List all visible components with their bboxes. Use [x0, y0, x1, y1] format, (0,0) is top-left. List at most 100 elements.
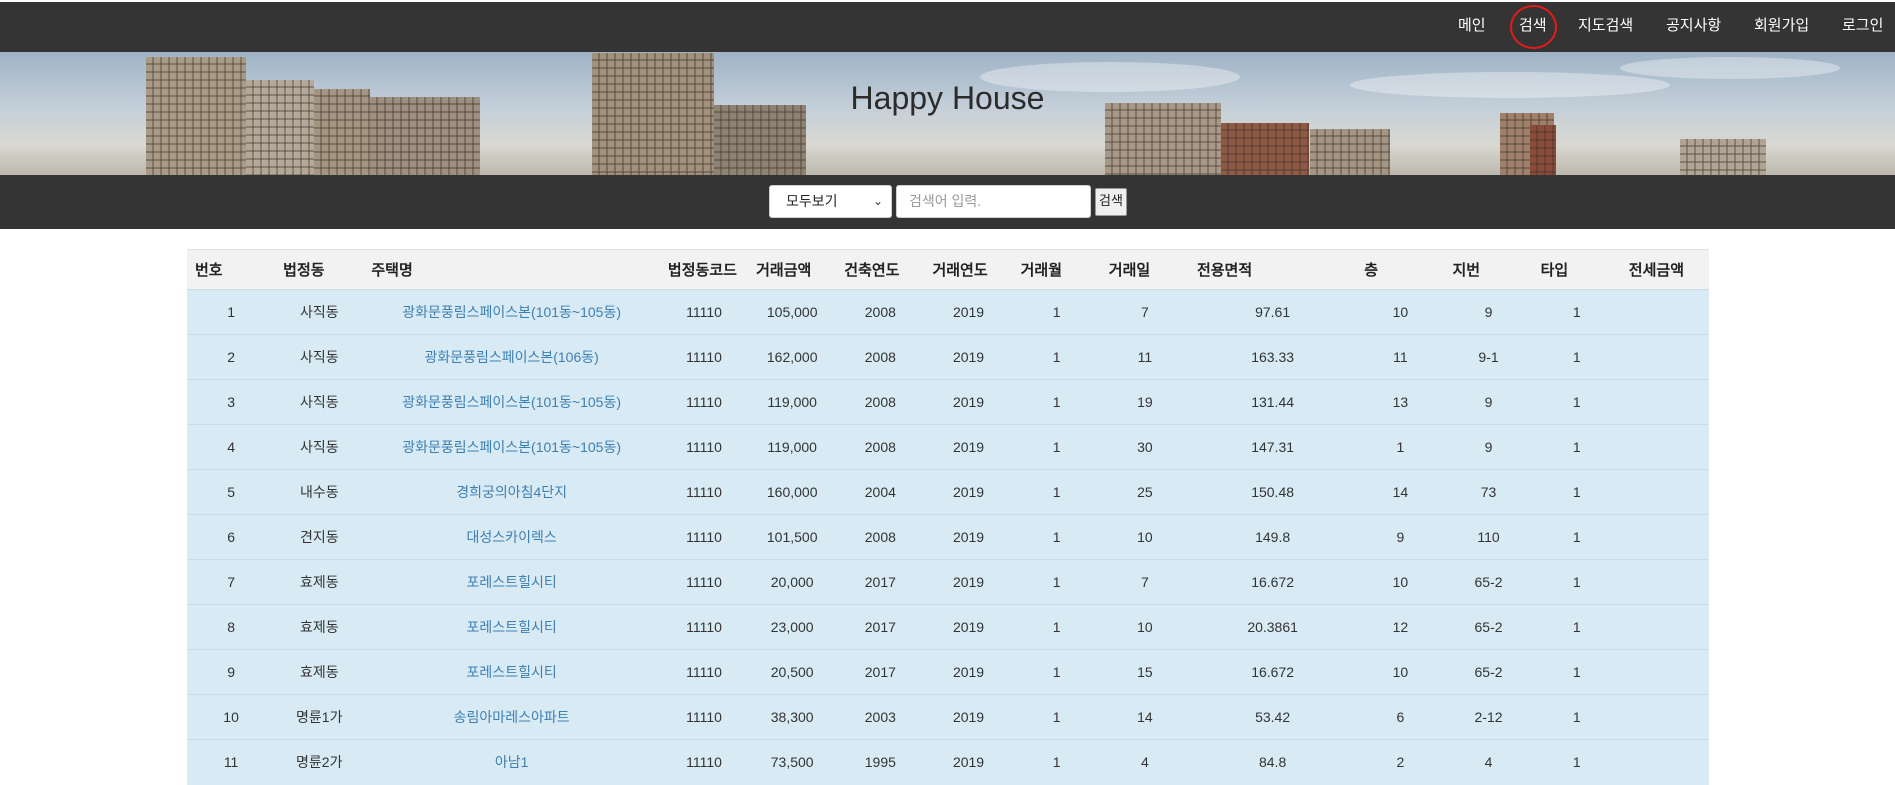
house-name-link[interactable]: 포레스트힐시티 — [363, 560, 660, 605]
table-cell: 4 — [227, 439, 235, 455]
column-header: 타입 — [1532, 249, 1621, 290]
table-cell: 2019 — [952, 709, 985, 725]
table-cell: 13 — [1392, 394, 1409, 410]
house-name-link[interactable]: 아남1 — [363, 740, 660, 785]
house-name-link[interactable]: 광화문풍림스페이스본(101동~105동) — [363, 425, 660, 470]
table-cell: 160,000 — [766, 484, 818, 500]
table-cell: 9 — [1484, 394, 1493, 410]
table-cell: 53.42 — [1255, 709, 1291, 725]
table-cell: 1 — [1052, 664, 1061, 680]
table-cell: 11 — [1137, 349, 1153, 365]
column-header: 층 — [1356, 249, 1445, 290]
table-cell: 1 — [1052, 709, 1061, 725]
table-cell — [1621, 740, 1709, 785]
table-cell: 1 — [1052, 349, 1061, 365]
nav-signup-link[interactable]: 회원가입 — [1754, 2, 1809, 52]
table-cell: 1 — [1572, 349, 1581, 365]
table-cell: 내수동 — [299, 484, 339, 500]
house-name-link[interactable]: 포레스트힐시티 — [363, 650, 660, 695]
cloud-shape — [1620, 57, 1840, 79]
table-cell — [1621, 425, 1709, 470]
table-cell: 119,000 — [767, 439, 817, 455]
table-cell: 131.44 — [1251, 394, 1295, 410]
table-cell: 1 — [1052, 304, 1061, 320]
table-cell: 7 — [1140, 574, 1149, 590]
table-cell: 11110 — [686, 709, 722, 725]
table-row: 9 효제동 포레스트힐시티 11110 20,500 2017 2019 1 15 16.672 1… — [187, 649, 1709, 695]
table-cell: 사직동 — [299, 439, 339, 455]
house-name-link[interactable]: 경희궁의아침4단지 — [363, 470, 660, 515]
house-name-link[interactable]: 포레스트힐시티 — [363, 605, 660, 650]
table-cell: 2008 — [864, 529, 896, 545]
table-cell — [1621, 380, 1709, 425]
table-row: 6 견지동 대성스카이렉스 11110 101,500 2008 2019 1 10 149.8 9… — [187, 514, 1709, 560]
table-cell: 11110 — [686, 664, 722, 680]
table-cell: 73 — [1480, 484, 1497, 500]
nav-login-link[interactable]: 로그인 — [1842, 2, 1883, 52]
nav-main-link[interactable]: 메인 — [1458, 2, 1486, 52]
house-name-link[interactable]: 광화문풍림스페이스본(101동~105동) — [363, 290, 660, 335]
table-cell: 1 — [1052, 619, 1061, 635]
nav-notice-link[interactable]: 공지사항 — [1666, 2, 1721, 52]
table-cell: 1 — [1572, 484, 1581, 500]
table-cell: 1 — [1572, 439, 1581, 455]
table-cell: 11110 — [686, 304, 722, 320]
table-cell: 10 — [1392, 304, 1409, 320]
table-cell: 149.8 — [1255, 529, 1291, 545]
results-table: 번호 법정동 주택명 법정동코드 거래금액 건축연도 거래연도 거래월 거래일 전용면적 층 지번 타입… — [187, 249, 1709, 785]
building-shape — [1310, 129, 1390, 175]
table-cell: 65-2 — [1474, 574, 1503, 590]
table-cell: 9 — [1396, 529, 1405, 545]
table-cell: 6 — [227, 529, 235, 545]
table-cell: 3 — [227, 394, 235, 410]
table-cell: 2003 — [864, 709, 896, 725]
search-button[interactable]: 검색 — [1095, 188, 1127, 216]
building-shape — [1680, 139, 1766, 175]
table-row: 2 사직동 광화문풍림스페이스본(106동) 11110 162,000 2008 2019… — [187, 334, 1709, 380]
column-header: 거래연도 — [924, 249, 1013, 290]
table-cell: 11110 — [686, 484, 722, 500]
table-cell: 65-2 — [1474, 619, 1503, 635]
table-cell — [1621, 470, 1709, 515]
search-bar: 모두보기 ⌄ 검색어 입력. 검색 — [0, 175, 1895, 229]
table-cell: 2008 — [864, 394, 896, 410]
table-cell: 23,000 — [770, 619, 814, 635]
table-cell: 1 — [1052, 529, 1061, 545]
table-cell: 명륜1가 — [296, 709, 343, 725]
table-cell: 6 — [1396, 709, 1405, 725]
table-cell: 1 — [1572, 664, 1581, 680]
table-cell: 2019 — [952, 484, 985, 500]
nav-map-search-link[interactable]: 지도검색 — [1578, 2, 1633, 52]
house-name-link[interactable]: 광화문풍림스페이스본(101동~105동) — [363, 380, 660, 425]
house-name-link[interactable]: 송림아마레스아파트 — [363, 695, 660, 740]
table-cell: 1 — [1396, 439, 1405, 455]
column-header: 주택명 — [363, 249, 660, 290]
house-name-link[interactable]: 대성스카이렉스 — [363, 515, 660, 560]
column-header: 거래월 — [1012, 249, 1101, 290]
column-header: 거래일 — [1100, 249, 1189, 290]
column-header: 법정동 — [275, 249, 364, 290]
table-cell: 11110 — [686, 439, 722, 455]
search-input[interactable]: 검색어 입력. — [896, 185, 1091, 218]
table-cell: 2008 — [864, 304, 896, 320]
results-table-container: 번호 법정동 주택명 법정동코드 거래금액 건축연도 거래연도 거래월 거래일 전용면적 층 지번 타입… — [187, 249, 1709, 785]
search-type-select[interactable]: 모두보기 ⌄ — [769, 185, 892, 218]
table-row: 8 효제동 포레스트힐시티 11110 23,000 2017 2019 1 10 20.3861… — [187, 604, 1709, 650]
table-cell: 10 — [223, 709, 239, 725]
table-cell: 9 — [1484, 304, 1493, 320]
table-cell: 1 — [1572, 304, 1581, 320]
house-name-link[interactable]: 광화문풍림스페이스본(106동) — [363, 335, 660, 380]
table-cell: 4 — [1140, 754, 1149, 771]
table-cell — [1621, 560, 1709, 605]
table-cell: 20,000 — [770, 574, 814, 590]
table-row: 7 효제동 포레스트힐시티 11110 20,000 2017 2019 1 7 16.672 10… — [187, 559, 1709, 605]
table-cell: 30 — [1137, 439, 1153, 455]
table-cell: 15 — [1137, 664, 1153, 680]
table-cell: 10 — [1392, 574, 1409, 590]
column-header: 법정동코드 — [659, 249, 749, 290]
table-cell: 사직동 — [299, 349, 339, 365]
table-cell: 16.672 — [1251, 574, 1295, 590]
top-navbar: 메인 검색 지도검색 공지사항 회원가입 로그인 — [0, 2, 1895, 52]
table-cell: 견지동 — [299, 529, 339, 545]
table-cell: 사직동 — [299, 304, 339, 320]
